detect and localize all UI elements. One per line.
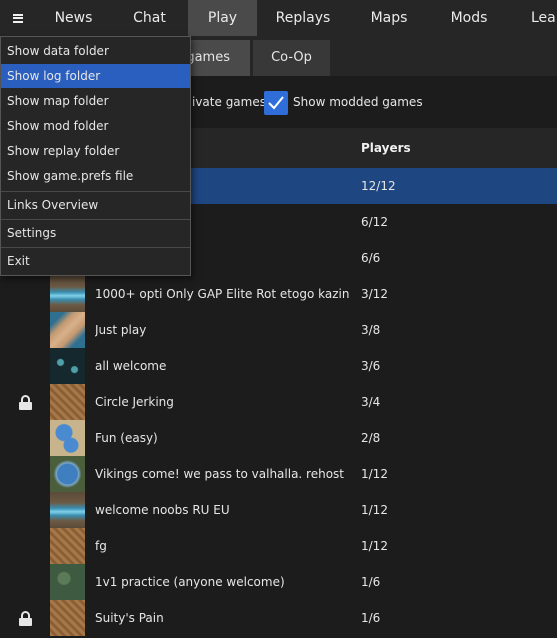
show-modded-games-label[interactable]: Show modded games — [293, 76, 423, 128]
map-thumbnail — [50, 528, 85, 564]
menu-show-log-folder[interactable]: Show log folder — [1, 64, 190, 88]
table-row[interactable]: Circle Jerking 3/4 — [0, 384, 557, 420]
menu-separator — [1, 219, 190, 220]
players-column-header[interactable]: Players — [361, 128, 411, 168]
player-count: 3/12 — [361, 287, 388, 301]
game-title: 1000+ opti Only GAP Elite Rot etogo kazi… — [95, 287, 350, 301]
map-thumbnail — [50, 312, 85, 348]
menu-show-replay-folder[interactable]: Show replay folder — [1, 139, 190, 163]
game-title: Circle Jerking — [95, 395, 174, 409]
tab-news[interactable]: News — [36, 0, 111, 36]
main-menu-dropdown: Show data folder Show log folder Show ma… — [0, 36, 191, 276]
game-title: fg — [95, 539, 107, 553]
player-count: 1/6 — [361, 575, 381, 589]
player-count: 3/6 — [361, 359, 381, 373]
game-title: Vikings come! we pass to valhalla. rehos… — [95, 467, 345, 481]
checkmark-icon — [268, 96, 284, 110]
table-row[interactable]: Just play 3/8 — [0, 312, 557, 348]
map-thumbnail — [50, 348, 85, 384]
tab-maps[interactable]: Maps — [349, 0, 429, 36]
map-thumbnail — [50, 456, 85, 492]
player-count: 1/12 — [361, 503, 388, 517]
map-thumbnail — [50, 420, 85, 456]
tab-chat[interactable]: Chat — [111, 0, 188, 36]
game-title: Fun (easy) — [95, 431, 158, 445]
map-thumbnail — [50, 564, 85, 600]
table-row[interactable]: 1000+ opti Only GAP Elite Rot etogo kazi… — [0, 276, 557, 312]
menu-exit[interactable]: Exit — [1, 249, 190, 273]
tab-mods[interactable]: Mods — [429, 0, 509, 36]
table-row[interactable]: Fun (easy) 2/8 — [0, 420, 557, 456]
menu-show-mod-folder[interactable]: Show mod folder — [1, 114, 190, 138]
table-row[interactable]: welcome noobs RU EU 1/12 — [0, 492, 557, 528]
player-count: 1/6 — [361, 611, 381, 625]
game-title: Just play — [95, 323, 147, 337]
player-count: 2/8 — [361, 431, 381, 445]
lock-icon — [19, 395, 32, 410]
menu-settings[interactable]: Settings — [1, 221, 190, 245]
hamburger-icon — [13, 13, 23, 23]
game-title: Suity's Pain — [95, 611, 164, 625]
table-row[interactable]: fg 1/12 — [0, 528, 557, 564]
map-thumbnail — [50, 276, 85, 312]
player-count: 1/12 — [361, 539, 388, 553]
tab-replays[interactable]: Replays — [257, 0, 349, 36]
map-thumbnail — [50, 492, 85, 528]
game-title: 1v1 practice (anyone welcome) — [95, 575, 285, 589]
tab-play[interactable]: Play — [188, 0, 257, 36]
top-nav: News Chat Play Replays Maps Mods Lea — [0, 0, 557, 36]
menu-separator — [1, 247, 190, 248]
menu-show-map-folder[interactable]: Show map folder — [1, 89, 190, 113]
menu-show-game-prefs-file[interactable]: Show game.prefs file — [1, 164, 190, 188]
show-private-games-label[interactable]: ivate games — [192, 76, 266, 128]
player-count: 6/12 — [361, 215, 388, 229]
tab-leaderboards[interactable]: Lea — [509, 0, 557, 36]
table-row[interactable]: Vikings come! we pass to valhalla. rehos… — [0, 456, 557, 492]
table-row[interactable]: 1v1 practice (anyone welcome) 1/6 — [0, 564, 557, 600]
menu-show-data-folder[interactable]: Show data folder — [1, 39, 190, 63]
show-modded-games-checkbox[interactable] — [264, 91, 288, 115]
menu-separator — [1, 191, 190, 192]
game-title: all welcome — [95, 359, 167, 373]
table-row[interactable]: all welcome 3/6 — [0, 348, 557, 384]
player-count: 12/12 — [361, 179, 396, 193]
table-row[interactable]: Suity's Pain 1/6 — [0, 600, 557, 636]
menu-links-overview[interactable]: Links Overview — [1, 193, 190, 217]
player-count: 6/6 — [361, 251, 381, 265]
player-count: 1/12 — [361, 467, 388, 481]
player-count: 3/4 — [361, 395, 381, 409]
subtab-coop[interactable]: Co-Op — [253, 40, 330, 76]
map-thumbnail — [50, 384, 85, 420]
lock-icon — [19, 611, 32, 626]
map-thumbnail — [50, 600, 85, 636]
player-count: 3/8 — [361, 323, 381, 337]
game-title: welcome noobs RU EU — [95, 503, 230, 517]
hamburger-menu-button[interactable] — [0, 0, 36, 36]
